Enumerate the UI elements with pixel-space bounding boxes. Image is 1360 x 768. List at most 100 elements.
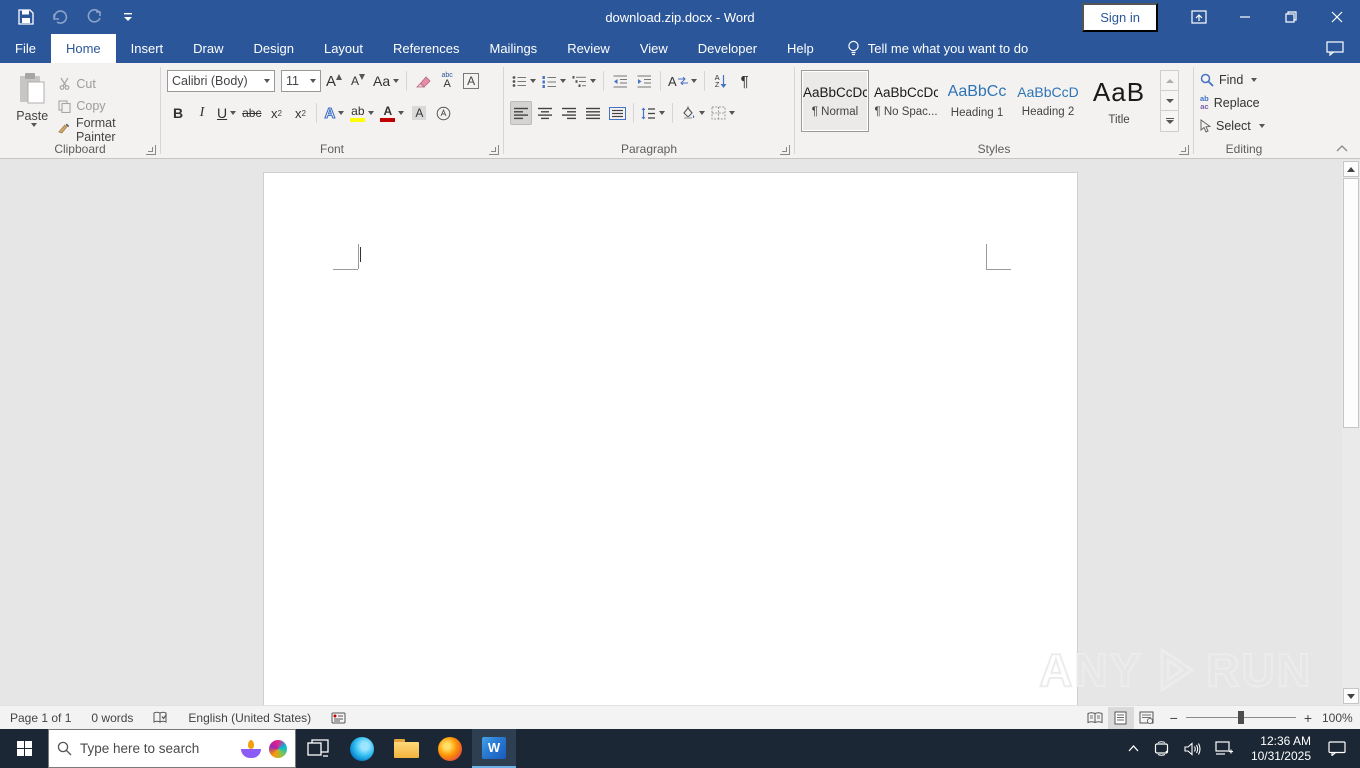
zoom-slider-thumb[interactable] (1237, 711, 1244, 724)
taskbar-clock[interactable]: 12:36 AM 10/31/2025 (1241, 734, 1321, 764)
clear-formatting-button[interactable] (412, 69, 434, 93)
collapse-ribbon-icon[interactable] (1336, 145, 1348, 152)
tell-me-box[interactable]: Tell me what you want to do (837, 34, 1038, 63)
multilevel-list-button[interactable] (570, 69, 598, 93)
bold-button[interactable]: B (167, 101, 189, 125)
start-button[interactable] (0, 729, 48, 768)
grow-font-button[interactable]: A (323, 69, 345, 93)
decrease-indent-button[interactable] (609, 69, 631, 93)
shrink-font-button[interactable]: A (347, 69, 369, 93)
italic-button[interactable]: I (191, 101, 213, 125)
line-spacing-button[interactable] (639, 101, 667, 125)
scroll-up-button[interactable] (1343, 161, 1359, 177)
copy-button[interactable]: Copy (58, 97, 156, 117)
style-normal[interactable]: AaBbCcDc ¶ Normal (801, 70, 869, 132)
styles-scroll-down-button[interactable] (1161, 91, 1178, 111)
proofing-status-icon[interactable] (143, 706, 178, 729)
highlight-color-button[interactable]: ab (348, 101, 376, 125)
cut-button[interactable]: Cut (58, 74, 156, 94)
borders-button[interactable] (709, 101, 737, 125)
align-left-button[interactable] (510, 101, 532, 125)
paragraph-dialog-launcher[interactable] (780, 145, 790, 155)
superscript-button[interactable]: x2 (289, 101, 311, 125)
tab-review[interactable]: Review (552, 34, 625, 63)
network-icon[interactable] (1208, 729, 1241, 768)
ribbon-display-options-icon[interactable] (1176, 0, 1222, 34)
show-hide-pilcrow-button[interactable]: ¶ (734, 69, 756, 93)
find-button[interactable]: Find (1200, 68, 1290, 91)
volume-icon[interactable] (1177, 729, 1208, 768)
read-mode-button[interactable] (1082, 707, 1108, 729)
font-color-button[interactable]: A (378, 101, 406, 125)
style-heading-1[interactable]: AaBbCc Heading 1 (943, 70, 1011, 132)
styles-scroll-up-button[interactable] (1161, 71, 1178, 91)
align-right-button[interactable] (558, 101, 580, 125)
distribute-button[interactable] (606, 101, 628, 125)
tray-display-icon[interactable] (1146, 729, 1177, 768)
print-layout-button[interactable] (1107, 706, 1134, 729)
tab-mailings[interactable]: Mailings (475, 34, 553, 63)
task-view-button[interactable] (296, 729, 340, 768)
font-size-combo[interactable]: 11 (281, 70, 321, 92)
word-count[interactable]: 0 words (81, 706, 143, 729)
file-explorer-taskbar-button[interactable] (384, 729, 428, 768)
word-taskbar-button[interactable]: W (472, 729, 516, 768)
style-no-spacing[interactable]: AaBbCcDc ¶ No Spac... (872, 70, 940, 132)
styles-dialog-launcher[interactable] (1179, 145, 1189, 155)
tray-chevron-icon[interactable] (1121, 729, 1146, 768)
tab-file[interactable]: File (0, 34, 51, 63)
action-center-icon[interactable] (1321, 729, 1360, 768)
diya-lamp-icon[interactable] (241, 739, 261, 758)
enclose-characters-button[interactable] (432, 101, 454, 125)
zoom-in-button[interactable]: + (1304, 710, 1312, 726)
customize-qat-icon[interactable] (118, 7, 138, 27)
sign-in-button[interactable]: Sign in (1082, 2, 1158, 32)
bullets-button[interactable] (510, 69, 538, 93)
redo-icon[interactable] (84, 7, 104, 27)
save-icon[interactable] (16, 7, 36, 27)
comments-icon[interactable] (1326, 34, 1360, 63)
asian-layout-button[interactable]: A (666, 69, 699, 93)
taskbar-search-box[interactable] (48, 729, 296, 768)
phonetic-guide-button[interactable]: abc A (436, 69, 458, 93)
select-button[interactable]: Select (1200, 114, 1290, 137)
style-heading-2[interactable]: AaBbCcD Heading 2 (1014, 70, 1082, 132)
justify-button[interactable] (582, 101, 604, 125)
scrollbar-thumb[interactable] (1343, 178, 1359, 428)
language-indicator[interactable]: English (United States) (178, 706, 321, 729)
minimize-button[interactable] (1222, 0, 1268, 34)
sort-button[interactable]: AZ (710, 69, 732, 93)
firefox-taskbar-button[interactable] (428, 729, 472, 768)
subscript-button[interactable]: x2 (265, 101, 287, 125)
zoom-slider[interactable] (1185, 711, 1296, 724)
search-input[interactable] (80, 741, 233, 756)
macro-recording-icon[interactable] (321, 706, 356, 729)
restore-button[interactable] (1268, 0, 1314, 34)
tab-home[interactable]: Home (50, 34, 116, 63)
font-dialog-launcher[interactable] (489, 145, 499, 155)
numbering-button[interactable] (540, 69, 568, 93)
scroll-down-button[interactable] (1343, 688, 1359, 704)
edge-taskbar-button[interactable] (340, 729, 384, 768)
document-page[interactable] (263, 172, 1078, 705)
change-case-button[interactable]: Aa (371, 69, 401, 93)
tab-help[interactable]: Help (772, 34, 829, 63)
page-indicator[interactable]: Page 1 of 1 (0, 706, 81, 729)
strikethrough-button[interactable]: abc (240, 101, 263, 125)
tab-developer[interactable]: Developer (683, 34, 772, 63)
align-center-button[interactable] (534, 101, 556, 125)
clipboard-dialog-launcher[interactable] (146, 145, 156, 155)
font-name-combo[interactable]: Calibri (Body) (167, 70, 275, 92)
format-painter-button[interactable]: Format Painter (58, 116, 156, 144)
tab-draw[interactable]: Draw (178, 34, 238, 63)
text-effects-button[interactable]: A (322, 101, 346, 125)
character-shading-button[interactable]: A (408, 101, 430, 125)
zoom-out-button[interactable]: − (1170, 710, 1178, 726)
tab-insert[interactable]: Insert (116, 34, 179, 63)
web-layout-button[interactable] (1134, 707, 1160, 729)
tab-references[interactable]: References (378, 34, 474, 63)
shading-button[interactable] (678, 101, 707, 125)
increase-indent-button[interactable] (633, 69, 655, 93)
tab-layout[interactable]: Layout (309, 34, 378, 63)
tab-view[interactable]: View (625, 34, 683, 63)
